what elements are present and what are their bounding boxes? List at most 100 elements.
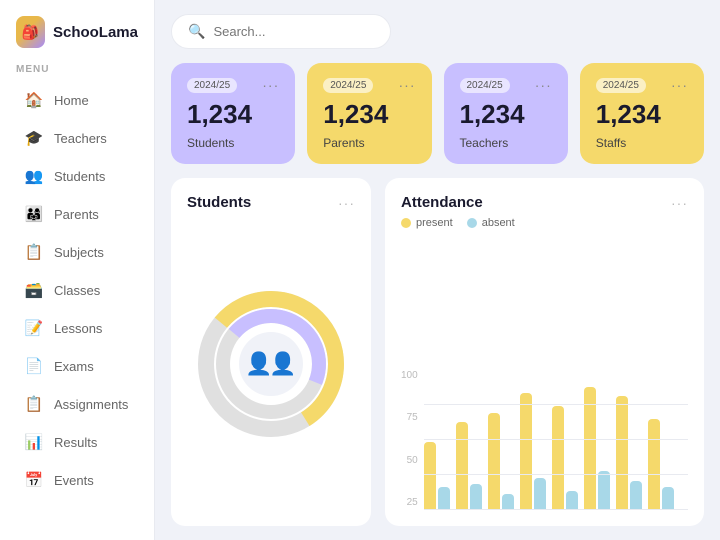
present-dot <box>401 218 411 228</box>
bar-group <box>584 370 610 510</box>
sidebar-item-teachers[interactable]: 🎓 Teachers <box>8 120 146 156</box>
card-number: 1,234 <box>596 99 688 130</box>
sidebar-item-label: Subjects <box>54 245 104 260</box>
absent-dot <box>467 218 477 228</box>
students-icon: 👥 <box>24 167 44 185</box>
stat-card-teachers: 2024/25 ··· 1,234 Teachers <box>444 63 568 164</box>
stat-card-parents: 2024/25 ··· 1,234 Parents <box>307 63 431 164</box>
card-year: 2024/25 <box>323 78 373 93</box>
absent-label: absent <box>482 217 515 229</box>
card-menu-button[interactable]: ··· <box>399 77 416 93</box>
sidebar-item-label: Students <box>54 169 105 184</box>
card-year: 2024/25 <box>460 78 510 93</box>
search-input[interactable] <box>213 24 374 39</box>
panel-menu-button[interactable]: ··· <box>338 195 355 211</box>
bar-present <box>584 387 596 511</box>
sidebar-item-exams[interactable]: 📄 Exams <box>8 348 146 384</box>
bar-present <box>488 413 500 511</box>
exams-icon: 📄 <box>24 357 44 375</box>
sidebar-item-label: Lessons <box>54 321 102 336</box>
sidebar-item-events[interactable]: 📅 Events <box>8 462 146 498</box>
legend-present: present <box>401 217 453 229</box>
bar-absent <box>630 481 642 510</box>
students-panel: Students ··· 👤 👤 <box>171 178 371 526</box>
lessons-icon: 📝 <box>24 319 44 337</box>
attendance-legend: present absent <box>401 217 688 229</box>
bar-absent <box>438 487 450 510</box>
bar-group <box>424 370 450 510</box>
bar-absent <box>534 478 546 511</box>
card-year: 2024/25 <box>596 78 646 93</box>
sidebar-item-results[interactable]: 📊 Results <box>8 424 146 460</box>
sidebar-item-label: Teachers <box>54 131 107 146</box>
card-menu-button[interactable]: ··· <box>671 77 688 93</box>
legend-absent: absent <box>467 217 515 229</box>
bar-group <box>456 370 482 510</box>
sidebar-item-assignments[interactable]: 📋 Assignments <box>8 386 146 422</box>
bar-absent <box>502 494 514 510</box>
card-number: 1,234 <box>460 99 552 130</box>
y-label-25: 25 <box>401 497 418 508</box>
app-logo-icon: 🎒 <box>16 16 45 48</box>
card-menu-button[interactable]: ··· <box>262 77 279 93</box>
donut-svg: 👤 👤 <box>191 284 351 444</box>
classes-icon: 🗃️ <box>24 281 44 299</box>
stats-cards-row: 2024/25 ··· 1,234 Students 2024/25 ··· 1… <box>171 63 704 164</box>
sidebar-item-label: Results <box>54 435 97 450</box>
bar-present <box>616 396 628 510</box>
card-label: Teachers <box>460 136 552 150</box>
card-label: Staffs <box>596 136 688 150</box>
panel-menu-button[interactable]: ··· <box>671 195 688 211</box>
sidebar-item-home[interactable]: 🏠 Home <box>8 82 146 118</box>
card-menu-button[interactable]: ··· <box>535 77 552 93</box>
sidebar-item-label: Exams <box>54 359 94 374</box>
sidebar-item-subjects[interactable]: 📋 Subjects <box>8 234 146 270</box>
panel-title: Students <box>187 194 251 211</box>
home-icon: 🏠 <box>24 91 44 109</box>
bar-group <box>488 370 514 510</box>
bar-present <box>520 393 532 510</box>
panel-header: Students ··· <box>187 194 355 211</box>
search-icon: 🔍 <box>188 23 205 40</box>
sidebar-item-label: Assignments <box>54 397 128 412</box>
search-bar[interactable]: 🔍 <box>171 14 391 49</box>
card-label: Students <box>187 136 279 150</box>
bar-chart-area: 100 75 50 25 <box>401 239 688 510</box>
app-name: SchooLama <box>53 24 138 41</box>
bar-absent <box>662 487 674 510</box>
bottom-row: Students ··· 👤 👤 <box>171 178 704 526</box>
assignments-icon: 📋 <box>24 395 44 413</box>
card-number: 1,234 <box>323 99 415 130</box>
bar-group <box>552 370 578 510</box>
sidebar-item-label: Parents <box>54 207 99 222</box>
results-icon: 📊 <box>24 433 44 451</box>
sidebar: 🎒 SchooLama MENU 🏠 Home 🎓 Teachers 👥 Stu… <box>0 0 155 540</box>
y-label-100: 100 <box>401 370 418 381</box>
card-year: 2024/25 <box>187 78 237 93</box>
sidebar-item-students[interactable]: 👥 Students <box>8 158 146 194</box>
parents-icon: 👨‍👩‍👧 <box>24 205 44 223</box>
card-label: Parents <box>323 136 415 150</box>
bar-group <box>616 370 642 510</box>
logo-area: 🎒 SchooLama <box>0 16 154 64</box>
main-content: 🔍 2024/25 ··· 1,234 Students 2024/25 ···… <box>155 0 720 540</box>
sidebar-item-parents[interactable]: 👨‍👩‍👧 Parents <box>8 196 146 232</box>
stat-card-students: 2024/25 ··· 1,234 Students <box>171 63 295 164</box>
panel-title: Attendance <box>401 194 483 211</box>
sidebar-item-classes[interactable]: 🗃️ Classes <box>8 272 146 308</box>
sidebar-item-lessons[interactable]: 📝 Lessons <box>8 310 146 346</box>
sidebar-item-label: Events <box>54 473 94 488</box>
bar-group <box>648 370 674 510</box>
bar-present <box>648 419 660 510</box>
female-figure: 👤 <box>269 351 296 376</box>
bar-present <box>456 422 468 510</box>
teachers-icon: 🎓 <box>24 129 44 147</box>
bar-absent <box>470 484 482 510</box>
y-label-50: 50 <box>401 455 418 466</box>
y-axis: 100 75 50 25 <box>401 370 418 510</box>
card-number: 1,234 <box>187 99 279 130</box>
card-header: 2024/25 ··· <box>460 77 552 93</box>
donut-chart: 👤 👤 <box>187 217 355 510</box>
events-icon: 📅 <box>24 471 44 489</box>
bars-container <box>424 370 688 510</box>
